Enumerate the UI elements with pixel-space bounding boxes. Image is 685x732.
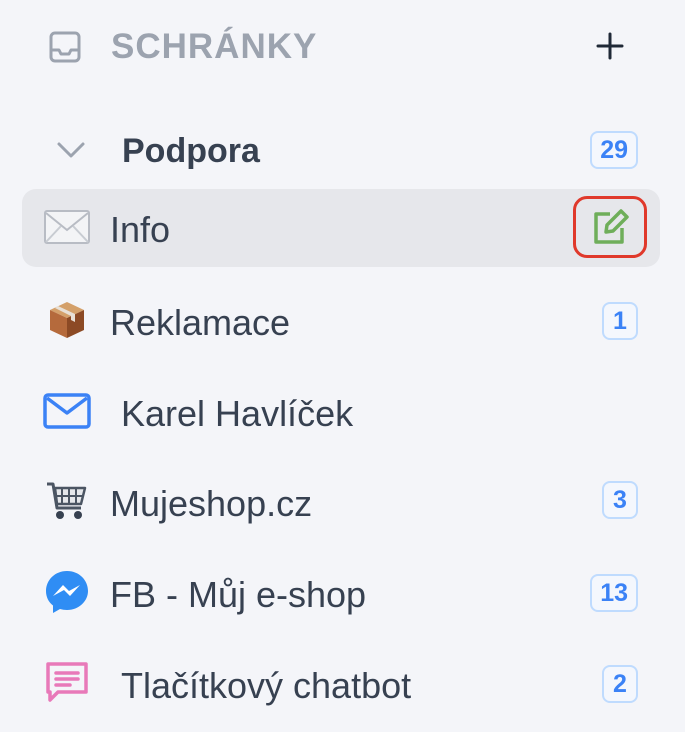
- mailbox-item-karel-havlicek[interactable]: Karel Havlíček: [22, 373, 660, 451]
- mailbox-item-reklamace[interactable]: Reklamace 1: [22, 282, 660, 360]
- mailbox-item-fb-muj-eshop[interactable]: FB - Můj e-shop 13: [22, 554, 660, 632]
- package-icon: [42, 295, 92, 345]
- mail-icon: [42, 386, 92, 436]
- mailbox-count-badge: 1: [602, 302, 638, 340]
- mailbox-item-chatbot[interactable]: Tlačítkový chatbot 2: [22, 645, 660, 723]
- mailbox-label: Reklamace: [110, 302, 291, 343]
- mailbox-label: Karel Havlíček: [121, 393, 354, 434]
- mailbox-item-mujeshop[interactable]: Mujeshop.cz 3: [22, 463, 660, 541]
- group-label: Podpora: [122, 132, 260, 170]
- mailbox-label: Info: [110, 209, 171, 250]
- mailbox-label: FB - Můj e-shop: [110, 574, 367, 615]
- mailbox-count-badge: 13: [590, 574, 638, 612]
- edit-icon: [594, 209, 629, 244]
- mailboxes-header: SCHRÁNKY: [0, 0, 685, 100]
- chevron-down-icon[interactable]: [55, 138, 87, 162]
- mailboxes-title: SCHRÁNKY: [111, 27, 318, 66]
- mailbox-count-badge: 2: [602, 665, 638, 703]
- messenger-icon: [42, 567, 92, 617]
- group-count-badge: 29: [590, 131, 638, 169]
- mailbox-count-badge: 3: [602, 481, 638, 519]
- edit-mailbox-button[interactable]: [573, 196, 647, 258]
- plus-icon: [596, 32, 624, 60]
- envelope-icon: [42, 202, 92, 252]
- inbox-icon: [49, 31, 81, 63]
- add-mailbox-button[interactable]: [588, 24, 632, 68]
- mailbox-label: Mujeshop.cz: [110, 483, 313, 524]
- chat-icon: [42, 658, 92, 708]
- mailbox-label: Tlačítkový chatbot: [121, 665, 412, 706]
- mailbox-item-info[interactable]: Info: [22, 189, 660, 267]
- mailbox-group-podpora[interactable]: Podpora 29: [0, 118, 685, 184]
- cart-icon: [42, 476, 92, 526]
